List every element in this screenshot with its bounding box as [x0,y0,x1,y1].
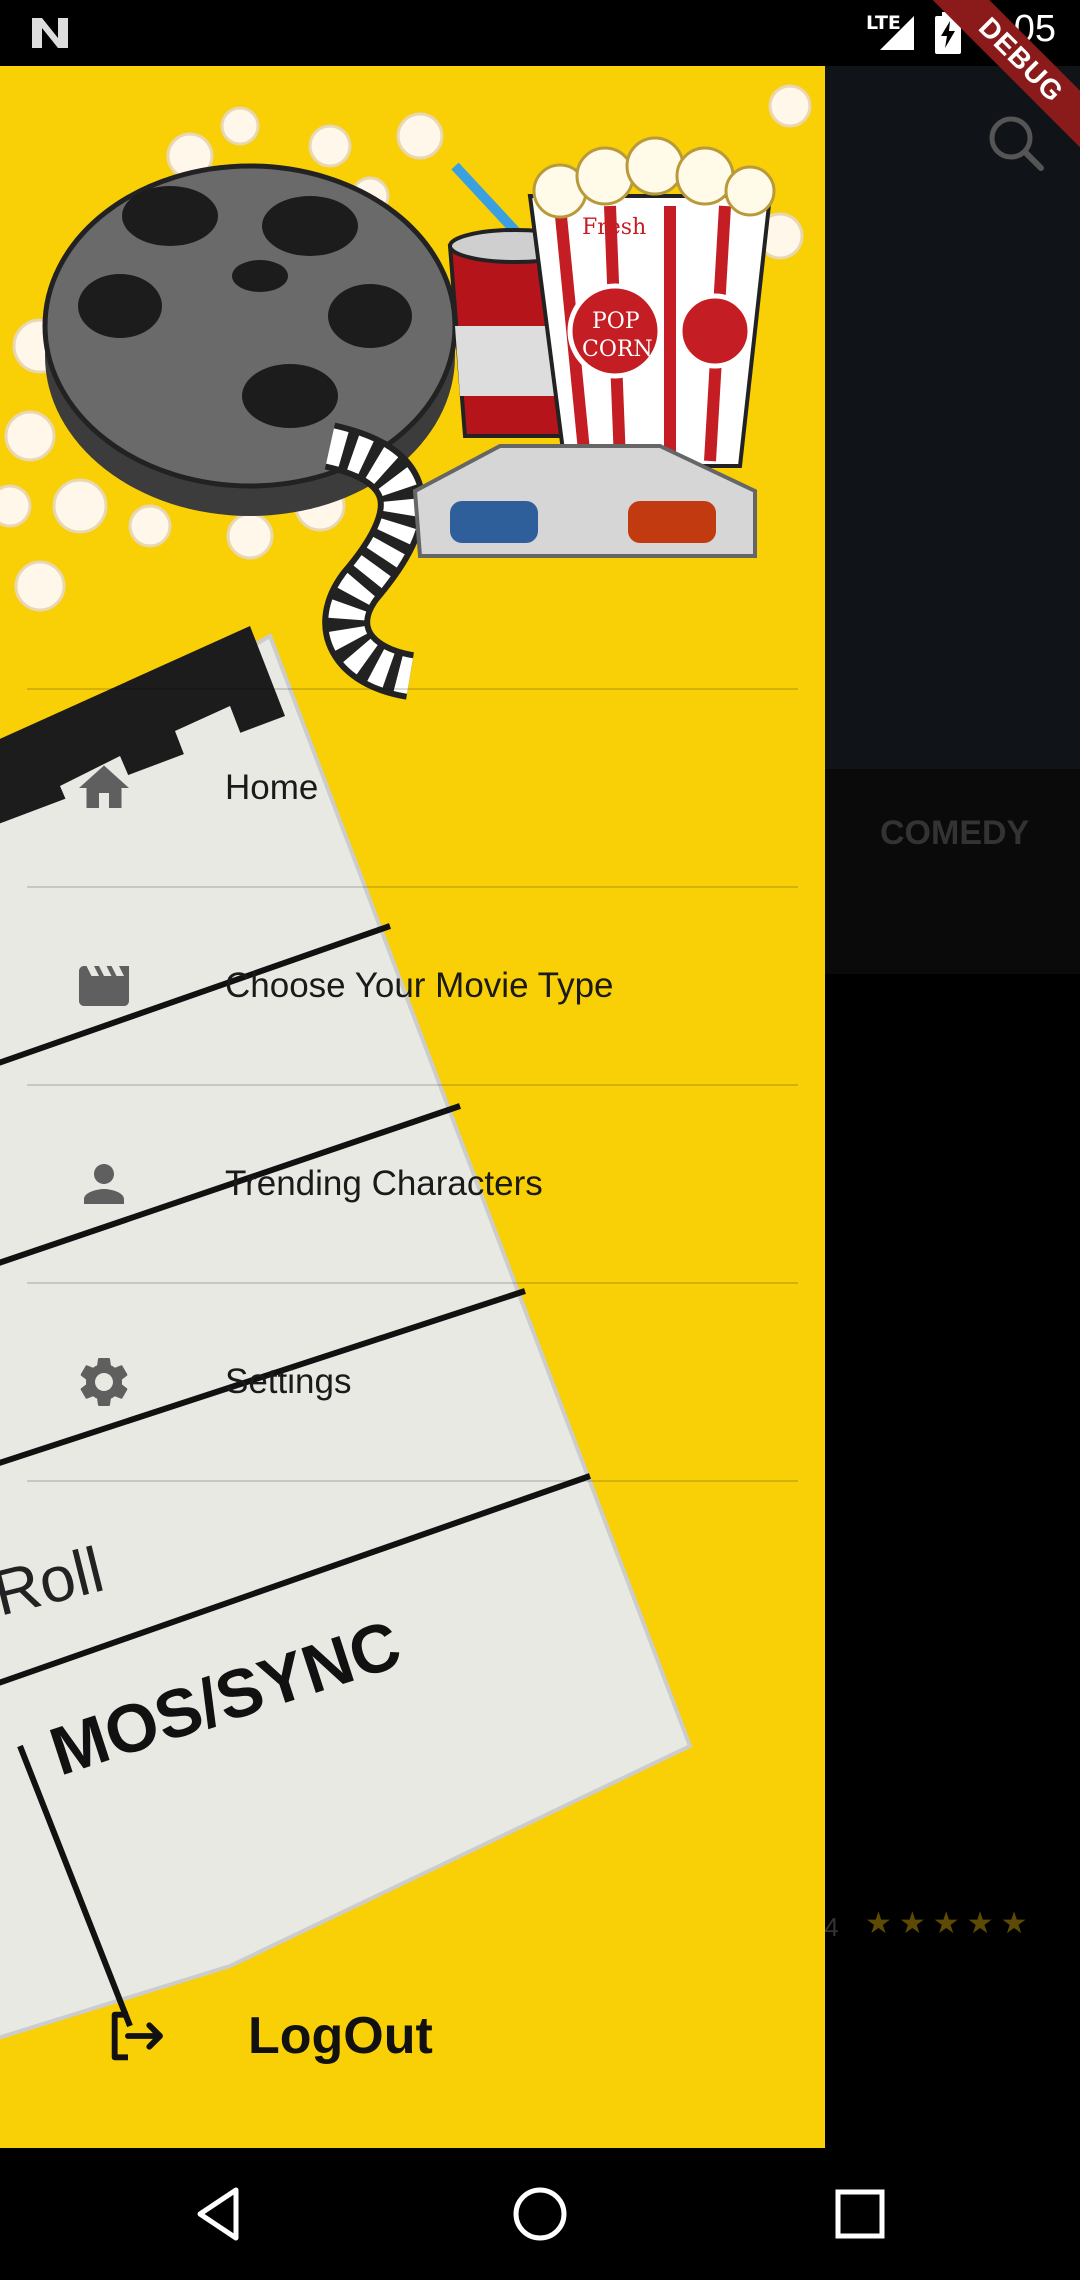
popcorn-corn-text: CORN [582,337,653,362]
popcorn-bucket-image: Fresh POP CORN [527,136,776,468]
back-icon[interactable] [190,2184,250,2244]
home-button-icon[interactable] [510,2184,570,2244]
background-banner [825,66,1080,769]
menu-item-choose-movie-type[interactable]: Choose Your Movie Type [0,888,825,1084]
menu-item-home[interactable]: Home [0,690,825,886]
signal-icon [880,16,914,50]
logout-icon [111,2011,163,2061]
background-tab-bar [825,769,1080,974]
background-app: COMEDY .4 ★★★★★ [817,66,1080,2148]
person-icon [84,1164,124,1204]
rating-stars: ★★★★★ [865,1906,1035,1941]
menu-label-trending-characters: Trending Characters [225,1164,543,1203]
status-bar: LTE 7:05 [0,0,1080,66]
menu-label-settings: Settings [225,1362,352,1401]
popcorn-fresh-text: Fresh [582,215,646,240]
logout-button[interactable]: LogOut [0,1966,825,2106]
tab-comedy[interactable]: COMEDY [880,814,1029,853]
popcorn-pop-text: POP [592,309,640,334]
home-icon [79,765,129,808]
logout-label: LogOut [248,2007,433,2065]
menu-divider [27,1480,798,1482]
system-navigation-bar [0,2148,1080,2280]
movie-icon [79,966,129,1006]
menu-item-settings[interactable]: Settings [0,1284,825,1480]
recents-icon[interactable] [830,2184,890,2244]
menu-item-trending-characters[interactable]: Trending Characters [0,1086,825,1282]
film-reel-image [42,163,458,700]
navigation-drawer: Roll MOS/SYNC Fresh POP CORN Home Choose… [0,66,825,2148]
gear-icon [80,1358,128,1406]
menu-label-home: Home [225,768,319,807]
search-icon[interactable] [985,112,1047,174]
notification-n-icon [32,18,68,48]
menu-label-choose-movie-type: Choose Your Movie Type [225,966,614,1005]
